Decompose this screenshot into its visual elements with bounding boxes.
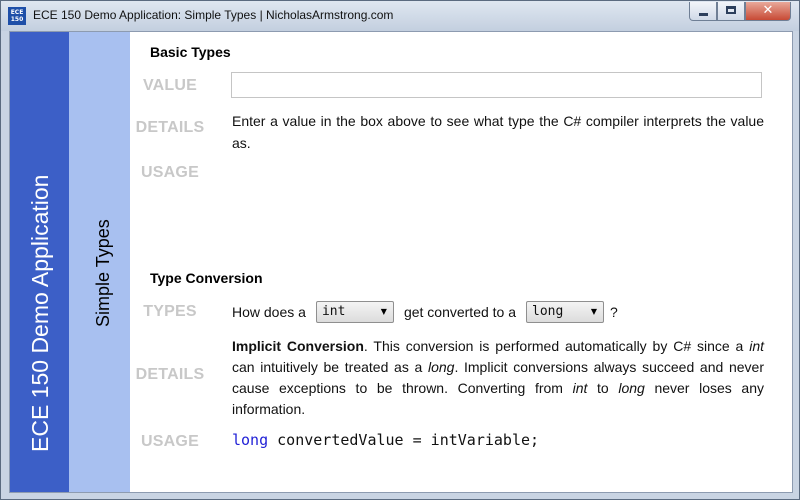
minimize-icon — [699, 13, 708, 16]
caption-buttons: ✕ — [689, 2, 791, 22]
code-rest: convertedValue = intVariable; — [268, 431, 540, 449]
conversion-details-label: DETAILS — [135, 366, 205, 383]
types-label: TYPES — [143, 303, 197, 320]
section-name: Simple Types — [93, 219, 113, 327]
from-type-value: int — [321, 304, 346, 319]
prompt-after: ? — [610, 304, 618, 320]
types-row: How does a int ▼ get converted to a long… — [232, 299, 618, 325]
close-icon: ✕ — [762, 3, 774, 18]
close-button[interactable]: ✕ — [745, 2, 791, 21]
basic-details-label: DETAILS — [135, 119, 205, 136]
main-content: Basic Types VALUE DETAILS Enter a value … — [130, 32, 792, 492]
value-label: VALUE — [142, 77, 198, 94]
details-type: long — [618, 380, 645, 396]
from-type-combobox[interactable]: int ▼ — [315, 301, 394, 323]
details-type: long — [427, 359, 455, 375]
basic-usage-label: USAGE — [141, 164, 199, 181]
basic-types-heading: Basic Types — [150, 44, 231, 60]
maximize-button[interactable] — [717, 2, 745, 21]
dropdown-arrow-icon: ▼ — [590, 307, 598, 316]
title-bar[interactable]: ECE 150 ECE 150 Demo Application: Simple… — [1, 1, 799, 31]
maximize-icon — [726, 6, 736, 14]
app-logo-icon: ECE 150 — [8, 7, 26, 25]
to-type-combobox[interactable]: long ▼ — [526, 301, 605, 323]
usage-code: long convertedValue = intVariable; — [232, 431, 539, 449]
window-title: ECE 150 Demo Application: Simple Types |… — [33, 8, 394, 22]
value-input[interactable] — [231, 72, 762, 98]
details-part: can intuitively be treated as a — [232, 359, 428, 375]
client-area: ECE 150 Demo Application Simple Types Ba… — [9, 31, 793, 493]
app-window: ECE 150 ECE 150 Demo Application: Simple… — [0, 0, 800, 500]
to-type-value: long — [532, 304, 564, 319]
minimize-button[interactable] — [689, 2, 717, 21]
details-part: to — [587, 380, 619, 396]
details-type: int — [749, 338, 764, 354]
conversion-kind: Implicit Conversion — [232, 338, 364, 354]
app-name: ECE 150 Demo Application — [27, 174, 53, 452]
details-type: int — [572, 380, 588, 396]
dropdown-arrow-icon: ▼ — [380, 307, 387, 316]
prompt-middle: get converted to a — [403, 304, 517, 320]
prompt-before: How does a — [232, 304, 306, 320]
type-conversion-heading: Type Conversion — [150, 270, 263, 286]
conversion-details-text: Implicit Conversion. This conversion is … — [232, 336, 764, 420]
conversion-usage-label: USAGE — [141, 433, 199, 450]
code-keyword: long — [232, 431, 269, 449]
details-part: . This conversion is performed automatic… — [363, 338, 750, 354]
basic-details-text: Enter a value in the box above to see wh… — [232, 113, 764, 151]
